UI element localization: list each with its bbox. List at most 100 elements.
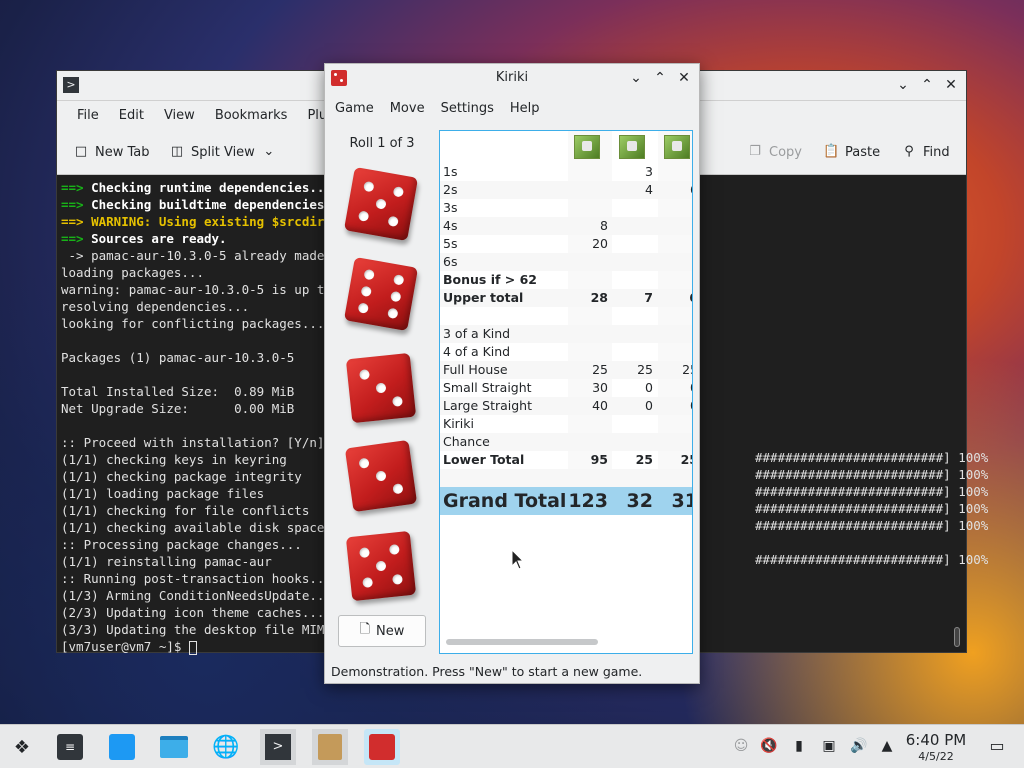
new-tab-label: New Tab	[95, 144, 150, 160]
die-pip	[387, 215, 399, 228]
menu-move[interactable]: Move	[382, 101, 433, 116]
score-row[interactable]: 2s 46	[440, 181, 692, 199]
die-5[interactable]	[345, 530, 417, 602]
score-sheet[interactable]: 1s32s463s4s85s206sBonus if > 62Upper tot…	[439, 130, 693, 654]
grand-total-p2: 32	[626, 490, 653, 512]
close-icon[interactable]: ✕	[677, 68, 691, 88]
score-row[interactable]: Kiriki	[440, 415, 692, 433]
new-tab-button[interactable]: □ New Tab	[73, 141, 150, 163]
discover-button[interactable]	[104, 729, 140, 765]
paste-button[interactable]: 📋 Paste	[823, 141, 880, 163]
score-cell: 0	[645, 380, 653, 395]
terminal-text: (1/1) checking for file conflicts	[61, 503, 310, 518]
terminal-message: Sources are ready.	[91, 231, 227, 246]
status-bar: Demonstration. Press "New" to start a ne…	[331, 664, 643, 679]
system-settings-button[interactable]: ≡	[52, 729, 88, 765]
terminal-icon: >	[265, 734, 291, 760]
score-cell: 25	[680, 452, 692, 467]
new-document-icon: 🗋	[359, 622, 371, 637]
maximize-icon[interactable]: ⌃	[653, 68, 667, 88]
score-row[interactable]: Chance	[440, 433, 692, 451]
clock-date[interactable]: 4/5/22	[896, 750, 976, 763]
score-row[interactable]: 4s 8	[440, 217, 692, 235]
app-launcher-button[interactable]: ❖	[4, 729, 40, 765]
menu-game[interactable]: Game	[327, 101, 382, 116]
score-row-label: 3 of a Kind	[443, 326, 511, 341]
terminal-text: Total Installed Size: 0.89 MiB	[61, 384, 295, 399]
prompt-arrow: ==>	[61, 231, 92, 246]
score-row[interactable]: Small Straight 30 00	[440, 379, 692, 397]
menu-help[interactable]: Help	[502, 101, 548, 116]
die-pip	[375, 560, 387, 572]
die-pip	[358, 457, 370, 469]
find-button[interactable]: ⚲ Find	[901, 141, 949, 163]
score-row[interactable]	[440, 307, 692, 325]
menu-settings[interactable]: Settings	[433, 101, 502, 116]
close-icon[interactable]: ✕	[944, 75, 958, 95]
chevron-up-icon[interactable]: ▲	[878, 737, 896, 755]
terminal-icon: >	[63, 77, 79, 93]
die-pip	[363, 268, 375, 281]
score-row[interactable]: 5s 20	[440, 235, 692, 253]
user-icon[interactable]: ☺	[732, 737, 750, 755]
terminal-text: (1/1) checking keys in keyring	[61, 452, 287, 467]
die-pip	[392, 186, 405, 198]
copy-label: Copy	[769, 144, 802, 160]
die-4[interactable]	[344, 439, 418, 513]
score-row-label: 5s	[443, 236, 458, 251]
file-manager-button[interactable]	[156, 729, 192, 765]
terminal-scrollbar[interactable]	[954, 627, 960, 647]
usb-icon[interactable]: ▮	[790, 737, 808, 755]
menu-view[interactable]: View	[154, 108, 205, 123]
score-row[interactable]: 3 of a Kind	[440, 325, 692, 343]
kiriki-window: Kiriki ⌄ ⌃ ✕ Game Move Settings Help Rol…	[324, 63, 700, 684]
terminal-text: (1/1) checking package integrity	[61, 469, 302, 484]
terminal-text: :: Proceed with installation? [Y/n]	[61, 435, 325, 450]
maximize-icon[interactable]: ⌃	[920, 75, 934, 95]
score-row[interactable]: Bonus if > 62	[440, 271, 692, 289]
score-row-label: Upper total	[443, 290, 524, 305]
score-row[interactable]: 1s 3	[440, 163, 692, 181]
score-row[interactable]: Upper total 28 76	[440, 289, 692, 307]
score-row[interactable]: 6s	[440, 253, 692, 271]
minimize-icon[interactable]: ⌄	[629, 68, 643, 88]
die-3[interactable]	[345, 352, 417, 424]
settings-icon: ≡	[57, 734, 83, 760]
clock-time[interactable]: 6:40 PM	[896, 731, 976, 749]
copy-button[interactable]: ❐ Copy	[747, 141, 802, 163]
terminal-text: [vm7user@vm7 ~]$	[61, 639, 189, 654]
score-cell: 4	[645, 182, 653, 197]
menu-edit[interactable]: Edit	[109, 108, 154, 123]
menu-bookmarks[interactable]: Bookmarks	[205, 108, 298, 123]
web-browser-button[interactable]: 🌐	[208, 729, 244, 765]
kiriki-titlebar[interactable]: Kiriki ⌄ ⌃ ✕	[325, 64, 699, 94]
die-1[interactable]	[343, 166, 419, 242]
score-row[interactable]: Lower Total 95 25 25	[440, 451, 692, 469]
player-1-avatar	[574, 135, 600, 159]
minimize-icon[interactable]: ⌄	[896, 75, 910, 95]
score-row-label: Bonus if > 62	[443, 272, 538, 287]
score-row-label: 2s	[443, 182, 458, 197]
score-row-label: Chance	[443, 434, 490, 449]
score-row[interactable]: Full House 25 25 25	[440, 361, 692, 379]
die-2[interactable]	[343, 256, 419, 332]
volume-icon[interactable]: 🔊	[850, 737, 868, 755]
menu-file[interactable]: File	[67, 108, 109, 123]
horizontal-scrollbar[interactable]	[446, 639, 598, 645]
package-task-button[interactable]	[312, 729, 348, 765]
network-icon[interactable]: ▣	[820, 737, 838, 755]
score-row[interactable]: Large Straight 40 00	[440, 397, 692, 415]
score-row[interactable]	[440, 469, 692, 487]
split-view-button[interactable]: ◫ Split View ⌄	[169, 141, 277, 163]
score-cell: 7	[644, 290, 653, 305]
new-game-button[interactable]: 🗋 New	[338, 615, 426, 647]
show-desktop-icon[interactable]: ▭	[988, 737, 1006, 755]
konsole-task-button[interactable]: >	[260, 729, 296, 765]
score-row[interactable]: 4 of a Kind	[440, 343, 692, 361]
terminal-progress-lines: #########################] 100% #########…	[755, 449, 988, 568]
mute-icon[interactable]: 🔇	[760, 737, 778, 755]
kiriki-task-button[interactable]	[364, 729, 400, 765]
store-icon	[109, 734, 135, 760]
score-row[interactable]: 3s	[440, 199, 692, 217]
score-cell: 20	[592, 236, 608, 251]
